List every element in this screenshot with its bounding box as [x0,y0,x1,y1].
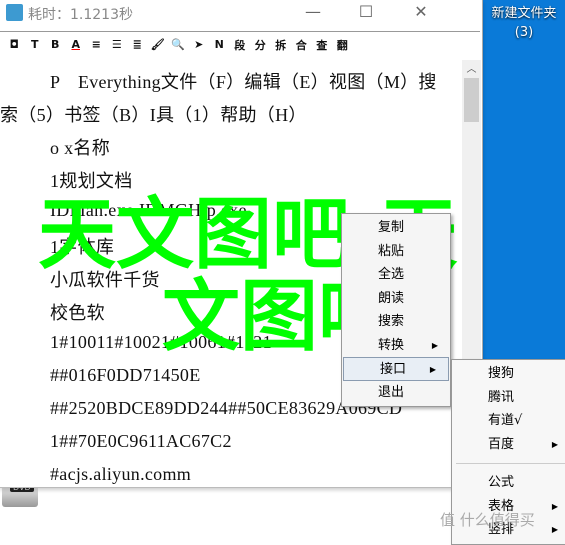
menu-item[interactable]: 粘贴 [342,240,450,264]
app-icon [6,4,23,21]
menu-item[interactable]: 搜狗 [452,362,565,386]
split-icon[interactable]: 分 [250,37,271,53]
text-line: P Everything文件（F）编辑（E）视图（M）搜 [50,72,437,92]
menu-item-label: 全选 [378,267,405,282]
text-line: IDMan.exe IDMGHlp.exe [50,200,247,220]
merge-icon[interactable]: 合 [291,37,312,53]
maximize-button[interactable]: ☐ [343,0,389,26]
lookup-icon[interactable]: 查 [312,37,333,53]
menu-item[interactable]: 转换 ▶ [342,334,450,358]
scroll-up-icon[interactable]: ︿ [462,60,481,77]
menu-item[interactable]: 竖排 ▶ [452,518,565,542]
folder-count: (3) [514,25,534,40]
text-line: #acjs.aliyun.comm [50,464,192,484]
menu-separator [456,463,565,464]
menu-item-label: 表格 [488,498,515,514]
align-right-icon[interactable]: ≣ [127,38,148,51]
menu-item-label: 百度 [488,436,515,452]
menu-item-label: 转换 [378,337,405,353]
text-line: 索（5）书签（B）I具（1）帮助（H） [0,105,307,125]
desktop-background [483,0,565,360]
submenu-arrow-icon: ▶ [551,525,558,534]
paragraph-icon[interactable]: 段 [230,37,251,53]
menu-item-label: 有道√ [488,413,523,428]
dvd-drive-icon[interactable]: DVD [2,483,38,507]
menu-item-label: 退出 [378,384,405,400]
menu-item[interactable]: 有道√ [452,409,565,433]
submenu-arrow-icon: ▶ [429,365,436,374]
menu-item-label: 腾讯 [488,389,515,405]
text-icon[interactable]: T [25,38,46,51]
text-line: 1字体库 [50,237,115,257]
submenu-arrow-icon: ▶ [551,439,558,449]
break-icon[interactable]: 拆 [271,37,292,53]
text-line: ##016F0DD71450E [50,365,201,385]
submenu-arrow-icon: ▶ [551,501,558,511]
close-button[interactable]: ✕ [398,0,444,26]
folder-name: 新建文件夹 [491,6,557,21]
menu-item[interactable]: 复制 [342,216,450,240]
title-bar[interactable]: 耗时：1.1213秒 — ☐ ✕ [0,0,482,26]
minimize-button[interactable]: — [290,0,336,26]
menu-item-label: 搜狗 [488,366,515,381]
normal-icon[interactable]: N [209,38,230,51]
menu-item[interactable]: 朗读 [342,287,450,311]
font-color-icon[interactable]: A [66,38,87,51]
desktop-folder[interactable]: 新建文件夹 (3) [483,4,565,42]
brush-icon[interactable]: 🖌 [148,38,169,51]
menu-item-label: 搜索 [378,314,405,329]
scroll-thumb[interactable] [464,78,479,122]
submenu-arrow-icon: ▶ [431,340,438,350]
menu-item[interactable]: 全选 [342,263,450,287]
align-left-icon[interactable]: ≡ [86,38,107,51]
menu-item[interactable]: 接口 ▶ [343,357,449,381]
menu-item[interactable]: 百度 ▶ [452,433,565,457]
menu-item-label: 公式 [488,475,515,490]
menu-item-label: 接口 [380,362,407,377]
align-justify-icon[interactable]: ☰ [107,38,128,51]
menu-item[interactable]: 退出 [342,381,450,405]
stop-icon[interactable]: ◘ [4,38,25,51]
menu-item[interactable]: 搜索 [342,310,450,334]
interface-submenu: 搜狗 腾讯 有道√ 百度 ▶ 公式 表格 ▶ 竖排 ▶ [451,359,565,545]
search-icon[interactable]: 🔍 [168,38,189,51]
window-title: 耗时：1.1213秒 [28,7,133,23]
text-line: 1规划文档 [50,171,133,191]
context-menu: 复制粘贴全选朗读搜索转换 ▶ 接口 ▶ 退出 [341,213,451,407]
text-line: 校色软 [50,303,105,323]
bold-icon[interactable]: B [45,38,66,51]
text-line: o x名称 [50,138,110,158]
toolbar: ◘ T B A ≡ ☰ ≣ 🖌 🔍 ➤ N 段分拆合查翻 [0,31,480,57]
text-line: 小瓜软件千货 [50,270,160,290]
menu-item[interactable]: 腾讯 [452,386,565,410]
text-line: 1##70E0C9611AC67C2 [50,431,232,451]
translate-icon[interactable]: 翻 [332,37,353,53]
menu-item[interactable]: 公式 [452,471,565,495]
menu-item[interactable]: 表格 ▶ [452,495,565,519]
menu-item-label: 粘贴 [378,243,405,259]
menu-item-label: 复制 [378,220,405,235]
send-icon[interactable]: ➤ [189,38,210,51]
menu-item-label: 朗读 [378,290,405,306]
